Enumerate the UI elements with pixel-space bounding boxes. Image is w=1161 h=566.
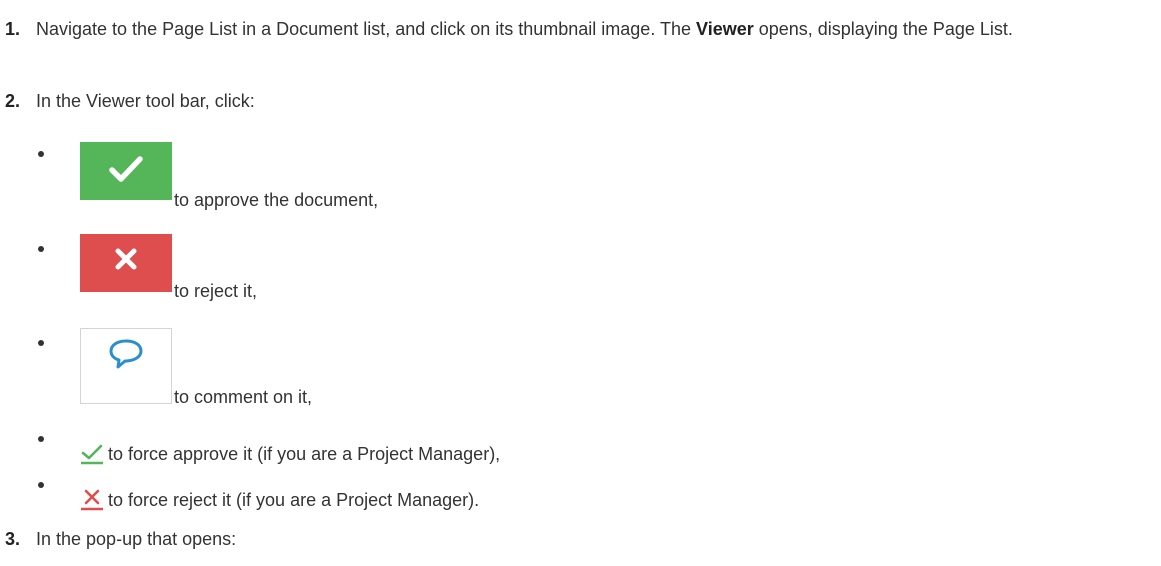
bullet xyxy=(38,246,44,252)
comment-icon xyxy=(109,339,143,369)
step-1: 1. Navigate to the Page List in a Docume… xyxy=(0,14,1153,44)
step-text-part: opens, displaying the Page List. xyxy=(753,19,1013,39)
reject-icon xyxy=(115,248,137,270)
step-text: In the Viewer tool bar, click: xyxy=(36,91,255,111)
bullet xyxy=(38,151,44,157)
comment-button[interactable] xyxy=(80,328,172,404)
reject-button[interactable] xyxy=(80,234,172,292)
bullet xyxy=(38,482,44,488)
force-reject-description: to force reject it (if you are a Project… xyxy=(108,490,480,510)
bullet xyxy=(38,436,44,442)
approve-description: to approve the document, xyxy=(174,190,379,210)
step-text: In the pop-up that opens: xyxy=(36,529,237,549)
reject-description: to reject it, xyxy=(174,281,258,301)
approve-icon xyxy=(109,156,143,182)
force-approve-description: to force approve it (if you are a Projec… xyxy=(108,444,501,464)
step-number: 1. xyxy=(5,19,21,39)
viewer-term: Viewer xyxy=(696,19,754,39)
step-3: 3. In the pop-up that opens: xyxy=(0,524,1153,554)
approve-button[interactable] xyxy=(80,142,172,200)
comment-description: to comment on it, xyxy=(174,387,313,407)
step-number: 2. xyxy=(5,91,21,111)
step-2: 2. In the Viewer tool bar, click: xyxy=(0,86,1153,116)
bullet xyxy=(38,340,44,346)
step-text: Navigate to the Page List in a Document … xyxy=(36,14,1153,44)
force-reject-icon[interactable] xyxy=(80,488,104,512)
step-number: 3. xyxy=(5,529,21,549)
step-text-part: Navigate to the Page List in a Document … xyxy=(36,19,697,39)
force-approve-icon[interactable] xyxy=(80,442,104,466)
